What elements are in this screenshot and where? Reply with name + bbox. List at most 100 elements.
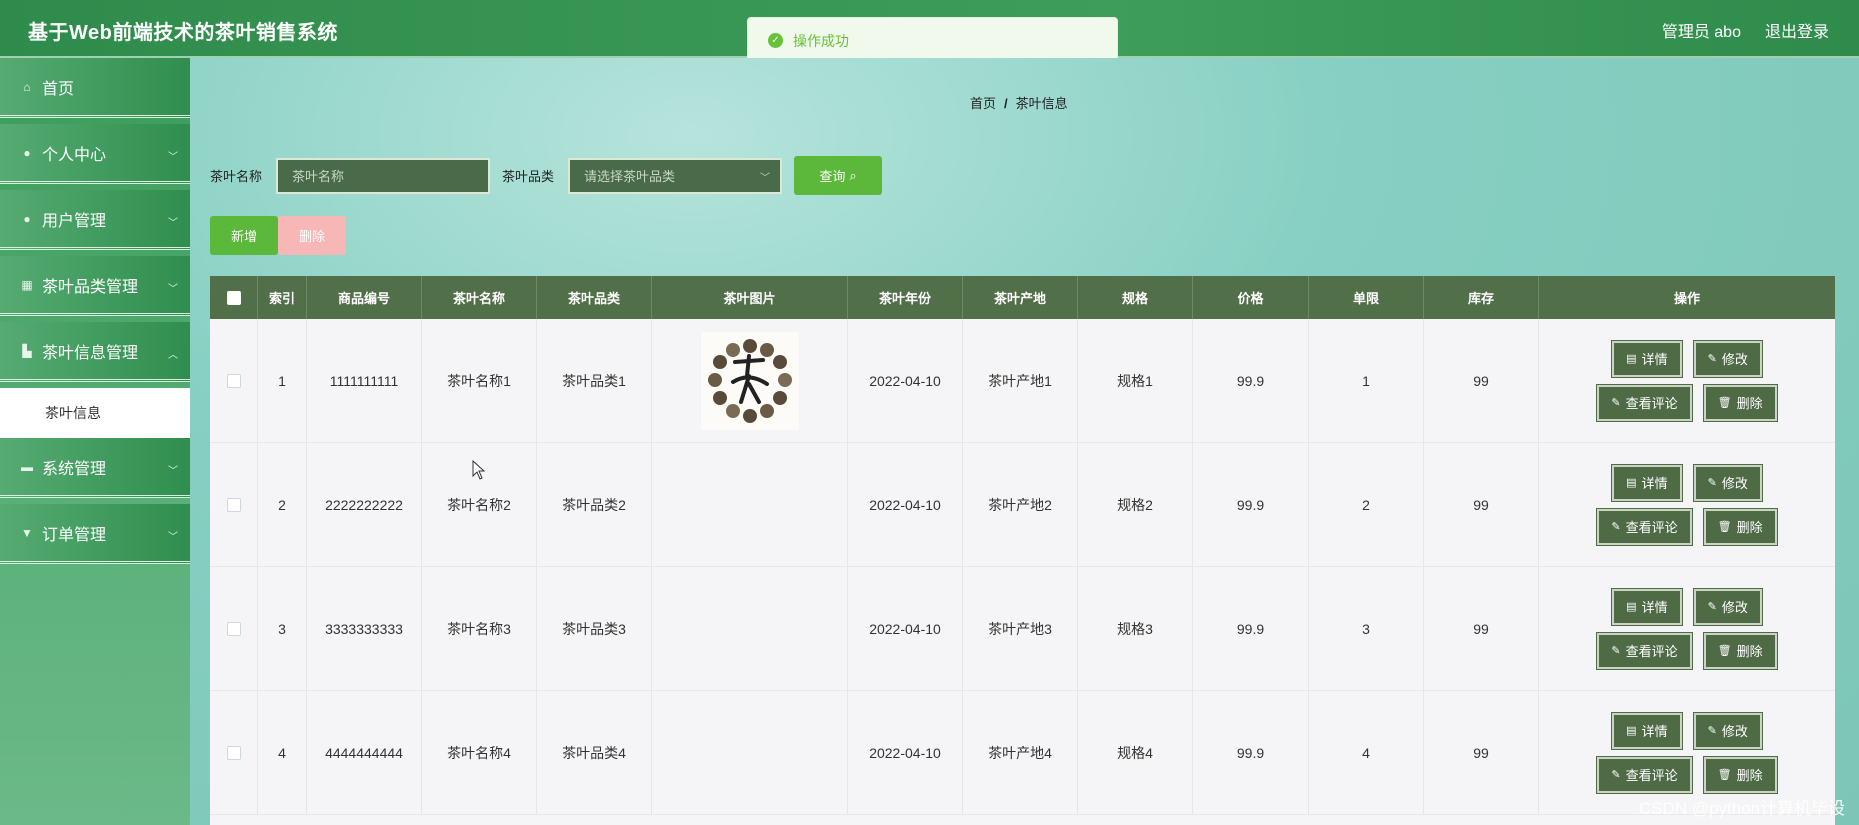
- tea-name-input[interactable]: 茶叶名称: [276, 157, 491, 194]
- sidebar-item-tea-category[interactable]: ▦ 茶叶品类管理 ﹀: [0, 256, 190, 316]
- logout-link[interactable]: 退出登录: [1765, 18, 1829, 42]
- row-checkbox[interactable]: [226, 621, 241, 636]
- select-all-checkbox[interactable]: [226, 290, 241, 305]
- cell-name: 茶叶名称1: [422, 319, 537, 442]
- chevron-down-icon: ﹀: [168, 218, 178, 229]
- query-button[interactable]: 查询 ⌕: [794, 156, 883, 195]
- edit-icon: ✎: [1707, 353, 1717, 365]
- row-actions: ▤ 详情 ✎ 修改 ✎ 查看评论 🗑 删除: [1596, 711, 1778, 794]
- cell-spec: 规格1: [1078, 319, 1193, 442]
- tea-category-select[interactable]: 请选择茶叶品类 ﹀: [568, 157, 783, 194]
- cell-index: 2: [258, 443, 307, 566]
- select-all-cell: [210, 276, 258, 319]
- delete-button[interactable]: 🗑 删除: [1702, 631, 1778, 670]
- delete-button[interactable]: 🗑 删除: [1702, 755, 1778, 794]
- cell-code: 4444444444: [307, 691, 422, 814]
- row-checkbox[interactable]: [226, 745, 241, 760]
- cell-name: 茶叶名称3: [422, 567, 537, 690]
- table-header: 索引 商品编号 茶叶名称 茶叶品类 茶叶图片 茶叶年份 茶叶产地 规格 价格 单…: [210, 276, 1835, 319]
- add-button[interactable]: 新增: [210, 216, 278, 255]
- edit-icon: ✎: [1611, 521, 1621, 533]
- row-actions-group: ✎ 查看评论 🗑 删除: [1596, 755, 1778, 794]
- cell-year: 2022-04-10: [848, 567, 963, 690]
- cell-category: 茶叶品类2: [537, 443, 652, 566]
- row-actions-group: ▤ 详情 ✎ 修改: [1611, 463, 1763, 502]
- edit-icon: ✎: [1707, 477, 1717, 489]
- row-actions: ▤ 详情 ✎ 修改 ✎ 查看评论 🗑 删除: [1596, 463, 1778, 546]
- document-icon: ▤: [1626, 601, 1637, 613]
- edit-button[interactable]: ✎ 修改: [1692, 587, 1763, 626]
- toast-message: 操作成功: [793, 32, 849, 49]
- cell-index: 1: [258, 319, 307, 442]
- cell-stock: 99: [1424, 443, 1539, 566]
- detail-button[interactable]: ▤ 详情: [1611, 339, 1683, 378]
- watermark: CSDN @python计算机毕设: [1638, 799, 1845, 818]
- category-label: 茶叶品类: [502, 169, 555, 184]
- search-icon: ⌕: [849, 167, 857, 183]
- cell-actions: ▤ 详情 ✎ 修改 ✎ 查看评论 🗑 删除: [1539, 567, 1835, 690]
- header-price: 价格: [1193, 276, 1309, 319]
- edit-button[interactable]: ✎ 修改: [1692, 339, 1763, 378]
- header-spec: 规格: [1078, 276, 1193, 319]
- detail-button[interactable]: ▤ 详情: [1611, 463, 1683, 502]
- row-checkbox[interactable]: [226, 373, 241, 388]
- user-icon: ●: [23, 145, 31, 160]
- edit-button[interactable]: ✎ 修改: [1692, 711, 1763, 750]
- mouse-cursor-icon: [472, 460, 486, 480]
- sidebar-item-home[interactable]: ⌂ 首页: [0, 58, 190, 118]
- table-row: 3 3333333333 茶叶名称3 茶叶品类3 2022-04-10 茶叶产地…: [210, 567, 1835, 691]
- row-actions-group: ✎ 查看评论 🗑 删除: [1596, 507, 1778, 546]
- sidebar-item-system[interactable]: ▬ 系统管理 ﹀: [0, 438, 190, 498]
- query-label: 查询: [819, 169, 846, 184]
- detail-button[interactable]: ▤ 详情: [1611, 587, 1683, 626]
- sidebar-item-tea-info[interactable]: ▙ 茶叶信息管理 ︿: [0, 322, 190, 382]
- delete-button[interactable]: 🗑 删除: [1702, 383, 1778, 422]
- row-actions-group: ✎ 查看评论 🗑 删除: [1596, 631, 1778, 670]
- sidebar-item-orders[interactable]: ▼ 订单管理 ﹀: [0, 504, 190, 564]
- table-row: 4 4444444444 茶叶名称4 茶叶品类4 2022-04-10 茶叶产地…: [210, 691, 1835, 815]
- delete-button[interactable]: 🗑 删除: [1702, 507, 1778, 546]
- tea-product-image[interactable]: [700, 331, 799, 430]
- row-select-cell: [210, 443, 258, 566]
- cell-code: 2222222222: [307, 443, 422, 566]
- sidebar-item-users[interactable]: ● 用户管理 ﹀: [0, 190, 190, 250]
- edit-button[interactable]: ✎ 修改: [1692, 463, 1763, 502]
- header-code: 商品编号: [307, 276, 422, 319]
- box-icon: ▬: [21, 459, 33, 474]
- batch-delete-button[interactable]: 删除: [278, 216, 346, 255]
- sidebar-item-label: 个人中心: [42, 146, 107, 164]
- view-comments-button[interactable]: ✎ 查看评论: [1596, 383, 1693, 422]
- detail-button[interactable]: ▤ 详情: [1611, 711, 1683, 750]
- header-origin: 茶叶产地: [963, 276, 1078, 319]
- sidebar-item-personal[interactable]: ● 个人中心 ﹀: [0, 124, 190, 184]
- view-comments-button[interactable]: ✎ 查看评论: [1596, 755, 1693, 794]
- view-comments-button[interactable]: ✎ 查看评论: [1596, 631, 1693, 670]
- header-actions: 管理员 abo 退出登录: [1662, 18, 1829, 42]
- edit-label: 修改: [1721, 724, 1748, 739]
- comments-label: 查看评论: [1625, 396, 1678, 411]
- success-toast: ✓ 操作成功: [747, 17, 1118, 64]
- view-comments-button[interactable]: ✎ 查看评论: [1596, 507, 1693, 546]
- header-year: 茶叶年份: [848, 276, 963, 319]
- trash-icon: 🗑: [1717, 521, 1732, 533]
- cell-limit: 1: [1309, 319, 1424, 442]
- delete-label: 删除: [1736, 520, 1763, 535]
- row-select-cell: [210, 319, 258, 442]
- chevron-down-icon: ﹀: [168, 152, 178, 163]
- edit-icon: ✎: [1611, 645, 1621, 657]
- edit-icon: ✎: [1611, 397, 1621, 409]
- edit-label: 修改: [1721, 352, 1748, 367]
- cell-price: 99.9: [1193, 319, 1309, 442]
- detail-label: 详情: [1641, 476, 1668, 491]
- cell-spec: 规格2: [1078, 443, 1193, 566]
- row-checkbox[interactable]: [226, 497, 241, 512]
- chevron-down-icon: ﹀: [760, 172, 771, 184]
- cell-origin: 茶叶产地3: [963, 567, 1078, 690]
- header-actions: 操作: [1673, 291, 1700, 306]
- admin-label[interactable]: 管理员 abo: [1662, 18, 1741, 42]
- breadcrumb-separator: /: [1004, 96, 1008, 111]
- cell-year: 2022-04-10: [848, 691, 963, 814]
- row-actions-group: ✎ 查看评论 🗑 删除: [1596, 383, 1778, 422]
- sidebar-subitem-tea-info[interactable]: 茶叶信息: [0, 388, 190, 438]
- breadcrumb-home[interactable]: 首页: [970, 96, 996, 111]
